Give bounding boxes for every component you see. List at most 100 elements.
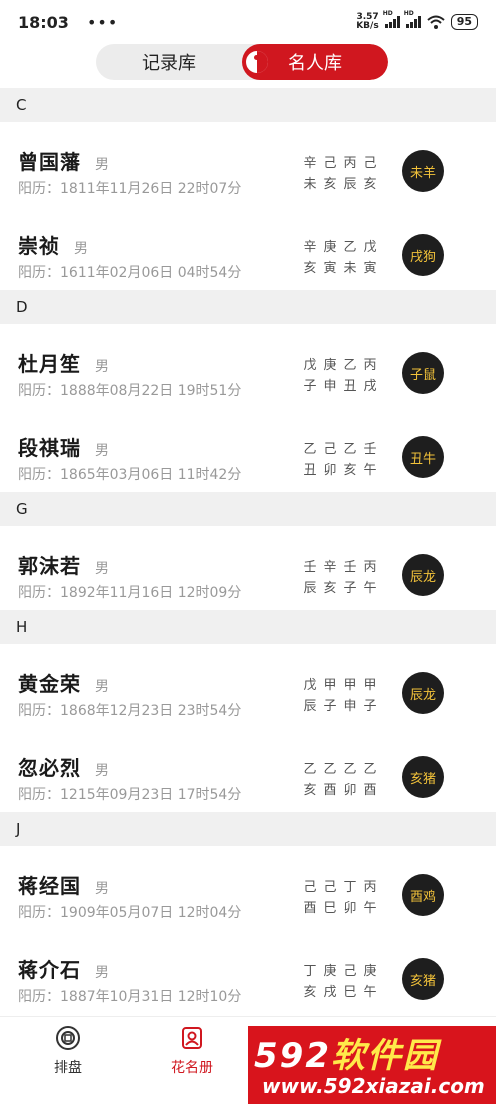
roster-icon <box>182 1027 202 1049</box>
birth-date: 阳历：1888年08月22日 19时51分 <box>18 383 242 399</box>
bazi-grid: 乙乙乙乙亥酉卯酉 <box>300 758 380 798</box>
tab-roster-label: 花名册 <box>171 1060 213 1076</box>
bazi-branch: 亥 <box>323 177 337 192</box>
bazi-stem: 庚 <box>323 240 337 255</box>
list-item[interactable]: 曾国藩男阳历：1811年11月26日 22时07分辛己丙己未亥辰亥未羊 <box>0 122 496 206</box>
tab-roster[interactable]: 花名册 <box>142 1025 242 1077</box>
bazi-branch: 辰 <box>303 699 317 714</box>
bazi-stem: 甲 <box>323 678 337 693</box>
bazi-branch: 子 <box>343 581 357 596</box>
tab-record-library[interactable]: 记录库 <box>96 44 242 80</box>
section-header: J <box>0 812 496 846</box>
bazi-stem: 乙 <box>343 442 357 457</box>
bazi-grid: 乙己乙壬丑卯亥午 <box>300 438 380 478</box>
bazi-stem: 己 <box>323 156 337 171</box>
section-header: H <box>0 610 496 644</box>
bazi-grid: 辛己丙己未亥辰亥 <box>300 152 380 192</box>
list-item[interactable]: 黄金荣男阳历：1868年12月23日 23时54分戊甲甲甲辰子申子辰龙 <box>0 644 496 728</box>
list-item[interactable]: 杜月笙男阳历：1888年08月22日 19时51分戊庚乙丙子申丑戌子鼠 <box>0 324 496 408</box>
person-gender: 男 <box>74 241 88 257</box>
bazi-stem: 丁 <box>343 880 357 895</box>
site-watermark: 592软件园 www.592xiazai.com <box>248 1026 496 1104</box>
list-item[interactable]: 崇祯男阳历：1611年02月06日 04时54分辛庚乙戊亥寅未寅戌狗 <box>0 206 496 290</box>
bazi-branch: 未 <box>303 177 317 192</box>
bazi-branch: 子 <box>323 699 337 714</box>
bazi-branch: 亥 <box>363 177 377 192</box>
celebrity-list: C 曾国藩男阳历：1811年11月26日 22时07分辛己丙己未亥辰亥未羊 崇祯男阳… <box>0 88 496 1014</box>
bazi-branch: 酉 <box>303 901 317 916</box>
zodiac-badge: 亥猪 <box>402 958 444 1000</box>
bazi-branch: 午 <box>363 901 377 916</box>
birth-date: 阳历：1868年12月23日 23时54分 <box>18 703 242 719</box>
zodiac-badge: 未羊 <box>402 150 444 192</box>
zodiac-badge: 子鼠 <box>402 352 444 394</box>
zodiac-badge: 丑牛 <box>402 436 444 478</box>
list-item[interactable]: 忽必烈男阳历：1215年09月23日 17时54分乙乙乙乙亥酉卯酉亥猪 <box>0 728 496 812</box>
person-gender: 男 <box>95 443 109 459</box>
bazi-stem: 丙 <box>363 358 377 373</box>
tab-paipan[interactable]: 排盘 <box>18 1025 118 1077</box>
bazi-branch: 巳 <box>343 985 357 1000</box>
yin-yang-icon <box>246 51 268 73</box>
battery-icon: 95 <box>450 14 478 30</box>
bazi-stem: 己 <box>363 156 377 171</box>
section-header: D <box>0 290 496 324</box>
person-gender: 男 <box>95 679 109 695</box>
zodiac-badge: 亥猪 <box>402 756 444 798</box>
list-item[interactable]: 蒋经国男阳历：1909年05月07日 12时04分己己丁丙酉巳卯午酉鸡 <box>0 846 496 930</box>
tab-celebrity-library[interactable]: 名人库 <box>242 44 388 80</box>
bazi-stem: 戊 <box>303 678 317 693</box>
bazi-stem: 乙 <box>343 240 357 255</box>
bazi-stem: 丙 <box>343 156 357 171</box>
signal-icon-2: HD <box>404 10 421 28</box>
bazi-stem: 甲 <box>343 678 357 693</box>
status-bar: 18:03 ••• 3.57 KB/s HD HD 95 <box>0 0 496 44</box>
zodiac-badge: 辰龙 <box>402 554 444 596</box>
bazi-branch: 午 <box>363 581 377 596</box>
bazi-stem: 乙 <box>343 358 357 373</box>
bazi-stem: 己 <box>323 442 337 457</box>
person-name: 忽必烈男 <box>18 756 109 780</box>
bazi-branch: 辰 <box>303 581 317 596</box>
bazi-branch: 午 <box>363 985 377 1000</box>
list-item[interactable]: 段祺瑞男阳历：1865年03月06日 11时42分乙己乙壬丑卯亥午丑牛 <box>0 408 496 492</box>
birth-date: 阳历：1865年03月06日 11时42分 <box>18 467 242 483</box>
bazi-branch: 子 <box>363 699 377 714</box>
bazi-branch: 酉 <box>363 783 377 798</box>
bazi-branch: 亥 <box>303 783 317 798</box>
bazi-stem: 己 <box>323 880 337 895</box>
list-item[interactable]: 郭沫若男阳历：1892年11月16日 12时09分壬辛壬丙辰亥子午辰龙 <box>0 526 496 610</box>
bazi-grid: 丁庚己庚亥戌巳午 <box>300 960 380 1000</box>
bazi-stem: 丁 <box>303 964 317 979</box>
person-name: 黄金荣男 <box>18 672 109 696</box>
list-item[interactable]: 蒋介石男阳历：1887年10月31日 12时10分丁庚己庚亥戌巳午亥猪 <box>0 930 496 1014</box>
bazi-branch: 亥 <box>323 581 337 596</box>
person-name: 郭沫若男 <box>18 554 109 578</box>
person-name: 蒋介石男 <box>18 958 109 982</box>
bazi-stem: 庚 <box>363 964 377 979</box>
bazi-branch: 丑 <box>343 379 357 394</box>
bazi-grid: 壬辛壬丙辰亥子午 <box>300 556 380 596</box>
bazi-branch: 卯 <box>343 783 357 798</box>
bazi-stem: 戊 <box>303 358 317 373</box>
birth-date: 阳历：1811年11月26日 22时07分 <box>18 181 242 197</box>
bazi-branch: 寅 <box>363 261 377 276</box>
bazi-branch: 亥 <box>303 985 317 1000</box>
notification-dots: ••• <box>86 12 119 32</box>
wifi-icon <box>427 15 445 29</box>
bazi-stem: 辛 <box>303 240 317 255</box>
bazi-branch: 未 <box>343 261 357 276</box>
person-name: 蒋经国男 <box>18 874 109 898</box>
bazi-stem: 己 <box>303 880 317 895</box>
bazi-branch: 午 <box>363 463 377 478</box>
section-header: G <box>0 492 496 526</box>
bazi-grid: 辛庚乙戊亥寅未寅 <box>300 236 380 276</box>
bazi-branch: 寅 <box>323 261 337 276</box>
zodiac-badge: 戌狗 <box>402 234 444 276</box>
bazi-branch: 辰 <box>343 177 357 192</box>
status-indicators: 3.57 KB/s HD HD 95 <box>356 10 478 31</box>
bazi-stem: 己 <box>343 964 357 979</box>
bazi-branch: 亥 <box>343 463 357 478</box>
bazi-stem: 壬 <box>303 560 317 575</box>
bazi-stem: 壬 <box>343 560 357 575</box>
